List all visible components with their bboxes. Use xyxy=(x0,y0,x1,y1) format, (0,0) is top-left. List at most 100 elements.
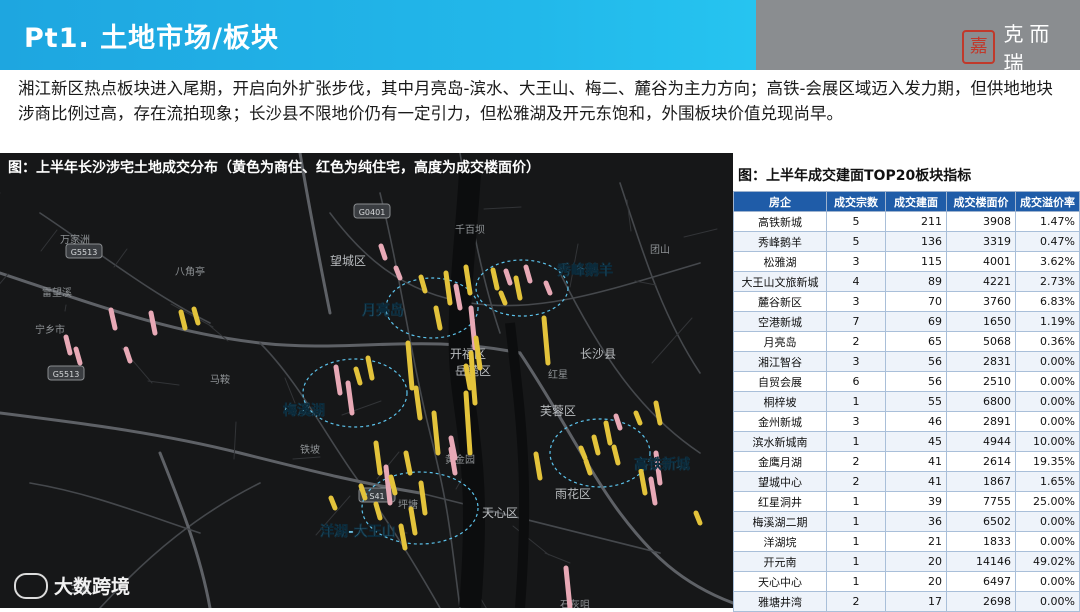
land-bar xyxy=(373,501,383,521)
table-row: 空港新城 7 69 1650 1.19% xyxy=(733,311,1080,332)
table-row: 湘江智谷 3 56 2831 0.00% xyxy=(733,351,1080,372)
district-label: 雨花区 xyxy=(555,486,591,501)
table-cell: 3 xyxy=(826,411,886,432)
land-bar xyxy=(633,410,643,426)
table-row: 洋湖垸 1 21 1833 0.00% xyxy=(733,531,1080,552)
cluster-label: 高铁新城 xyxy=(634,456,690,473)
table-cell: 洋湖垸 xyxy=(733,531,827,552)
xiang-river xyxy=(448,172,530,608)
table-cell: 高铁新城 xyxy=(733,211,827,232)
street xyxy=(292,456,321,460)
summary-text: 湘江新区热点板块进入尾期，开启向外扩张步伐，其中月亮岛-滨水、大王山、梅二、麓谷… xyxy=(18,79,1053,123)
table-cell: 6800 xyxy=(946,391,1016,412)
table-cell: 1 xyxy=(826,491,886,512)
street xyxy=(170,303,214,328)
table-cell: 46 xyxy=(885,411,947,432)
table-cell: 6 xyxy=(826,371,886,392)
table-cell: 0.47% xyxy=(1015,231,1080,252)
page-title: Pt1. 土地市场/板块 xyxy=(24,23,279,54)
place-label: 红星 xyxy=(548,368,568,381)
land-bar xyxy=(333,364,343,396)
table-row: 自贸会展 6 56 2510 0.00% xyxy=(733,371,1080,392)
table-cell: 41 xyxy=(885,451,947,472)
table-cell: 3 xyxy=(826,251,886,272)
table-cell: 4 xyxy=(826,271,886,292)
place-label: 千百坝 xyxy=(455,224,485,236)
table-cell: 0.00% xyxy=(1015,391,1080,412)
land-bar xyxy=(591,434,601,456)
table-cell: 0.00% xyxy=(1015,591,1080,612)
land-bar xyxy=(178,309,188,331)
land-bar xyxy=(328,495,338,511)
land-bar xyxy=(408,506,418,536)
land-bar xyxy=(583,458,593,476)
table-row: 金州新城 3 46 2891 0.00% xyxy=(733,411,1080,432)
table-cell: 大王山文旅新城 xyxy=(733,271,827,292)
land-bar xyxy=(191,306,201,326)
land-bar xyxy=(648,476,658,506)
land-bar xyxy=(433,305,443,331)
table-cell: 1 xyxy=(826,571,886,592)
street xyxy=(147,380,180,386)
brand-logo: 嘉 克而瑞 xyxy=(962,18,1080,76)
table-cell: 4001 xyxy=(946,251,1016,272)
land-bar xyxy=(498,290,508,306)
table-cell: 3908 xyxy=(946,211,1016,232)
table-cell: 1.19% xyxy=(1015,311,1080,332)
table-cell: 麓谷新区 xyxy=(733,291,827,312)
street xyxy=(634,280,657,286)
table-row: 梅溪湖二期 1 36 6502 0.00% xyxy=(733,511,1080,532)
table-cell: 7 xyxy=(826,311,886,332)
table-cell: 3319 xyxy=(946,231,1016,252)
land-bar xyxy=(638,468,648,496)
table-cell: 115 xyxy=(885,251,947,272)
table-cell: 2.73% xyxy=(1015,271,1080,292)
table-cell: 松雅湖 xyxy=(733,251,827,272)
cluster-label: 洋湖-大王山 xyxy=(320,523,396,540)
road xyxy=(619,182,701,374)
map-canvas: 万家洲八角亭宁乡市雷望溪千百坝红星团山黄金园坪塘三塘石灰咀铁坡马鞍望城区开福区岳… xyxy=(0,153,733,608)
table-cell: 自贸会展 xyxy=(733,371,827,392)
place-label: 八角亭 xyxy=(175,265,205,278)
table-cell: 20 xyxy=(885,571,947,592)
land-bar xyxy=(403,450,413,476)
cluster-circle xyxy=(475,259,569,317)
table-row: 桐梓坡 1 55 6800 0.00% xyxy=(733,391,1080,412)
table-cell: 天心中心 xyxy=(733,571,827,592)
table-cell: 月亮岛 xyxy=(733,331,827,352)
table-cell: 69 xyxy=(885,311,947,332)
table-cell: 2614 xyxy=(946,451,1016,472)
table-cell: 2 xyxy=(826,591,886,612)
table-cell: 49.02% xyxy=(1015,551,1080,572)
land-bar xyxy=(63,334,73,356)
table-cell: 56 xyxy=(885,351,947,372)
land-bar xyxy=(653,400,663,426)
land-bar xyxy=(611,444,621,466)
road xyxy=(158,451,212,608)
table-cell: 6497 xyxy=(946,571,1016,592)
street xyxy=(208,324,229,342)
table-cell: 湘江智谷 xyxy=(733,351,827,372)
table-cell: 2 xyxy=(826,331,886,352)
table-cell: 梅溪湖二期 xyxy=(733,511,827,532)
table-cell: 秀峰鹅羊 xyxy=(733,231,827,252)
cluster-label: 月亮岛 xyxy=(361,302,404,319)
cluster-label: 梅溪湖 xyxy=(283,402,325,419)
land-bar xyxy=(603,420,613,446)
place-label: 铁坡 xyxy=(300,443,320,456)
table-cell: 0.36% xyxy=(1015,331,1080,352)
table-row: 开元南 1 20 14146 49.02% xyxy=(733,551,1080,572)
street xyxy=(64,304,67,312)
district-label: 望城区 xyxy=(330,254,366,268)
table-row: 红星洞井 1 39 7755 25.00% xyxy=(733,491,1080,512)
table-cell: 0.00% xyxy=(1015,371,1080,392)
table-row: 高铁新城 5 211 3908 1.47% xyxy=(733,211,1080,232)
table-cell: 5068 xyxy=(946,331,1016,352)
road xyxy=(518,351,733,605)
table-row: 天心中心 1 20 6497 0.00% xyxy=(733,571,1080,592)
table-cell: 20 xyxy=(885,551,947,572)
table-cell: 2510 xyxy=(946,371,1016,392)
table-cell: 金鹰月湖 xyxy=(733,451,827,472)
table-cell: 3760 xyxy=(946,291,1016,312)
table-cell: 0.00% xyxy=(1015,411,1080,432)
